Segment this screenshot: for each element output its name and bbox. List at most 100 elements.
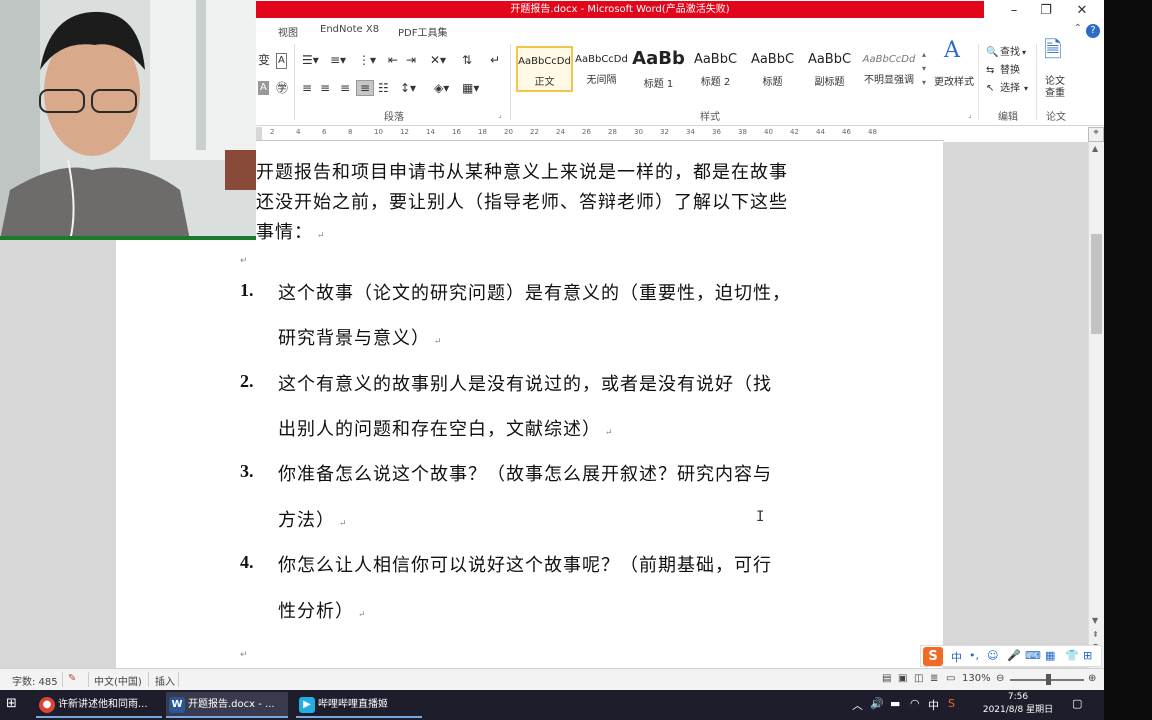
scroll-up-icon[interactable]: ▲: [1092, 144, 1098, 153]
style-subtle-emphasis[interactable]: AaBbCcDd 不明显强调: [858, 46, 920, 92]
style-subtitle[interactable]: AaBbC 副标题: [801, 46, 858, 92]
taskbar-item-word[interactable]: W 开题报告.docx - ...: [166, 692, 288, 718]
find-button[interactable]: 查找: [1000, 46, 1020, 60]
prev-page-icon[interactable]: ⇞: [1092, 630, 1099, 639]
tab-view[interactable]: 视图: [278, 24, 298, 39]
start-icon[interactable]: ⊞: [6, 696, 17, 711]
list-item-4-line-2: 性分析） ↵: [278, 601, 367, 622]
insert-mode[interactable]: 插入: [155, 673, 175, 688]
ribbon-collapse-icon[interactable]: ⌃: [1074, 23, 1082, 34]
tray-expand-icon[interactable]: ︿: [852, 697, 863, 713]
change-styles-icon[interactable]: A: [944, 40, 960, 62]
align-left-icon[interactable]: ≡: [302, 81, 312, 95]
shading-icon[interactable]: ◈▾: [434, 81, 449, 95]
replace-button[interactable]: 替换: [1000, 64, 1020, 78]
volume-icon[interactable]: 🔊: [870, 697, 884, 710]
emoji-icon[interactable]: ☺: [987, 649, 998, 662]
list-item-3-line-2: 方法） ↵: [278, 510, 348, 531]
char-shading-icon[interactable]: A: [258, 81, 269, 95]
line-spacing-icon[interactable]: ↕▾: [400, 81, 416, 95]
zoom-out-icon[interactable]: ⊖: [996, 673, 1004, 684]
chinese-layout-icon[interactable]: ✕▾: [430, 53, 446, 67]
ruler-tick-label: 40: [764, 128, 773, 136]
tray-lang[interactable]: 中: [928, 697, 939, 713]
styles-dialog-launcher-icon[interactable]: ⌟: [968, 108, 972, 122]
ime-toolbar[interactable]: S 中 •, ☺ 🎤 ⌨ ▦ 👕 ⊞: [920, 645, 1102, 667]
style-title[interactable]: AaBbC 标题: [744, 46, 801, 92]
editing-group-label: 编辑: [998, 112, 1018, 123]
bullets-icon[interactable]: ☰▾: [302, 53, 319, 67]
notifications-icon[interactable]: ▢: [1072, 697, 1082, 710]
style-heading-2[interactable]: AaBbC 标题 2: [687, 46, 744, 92]
ruler-tick-label: 30: [634, 128, 643, 136]
borders-icon[interactable]: ▦▾: [462, 81, 479, 95]
taskbar-item-bilibili[interactable]: ▶ 哔哩哔哩直播姬: [296, 692, 422, 718]
thesis-check-icon[interactable]: 🗎: [1044, 40, 1062, 62]
style-normal[interactable]: AaBbCcDd 正文: [516, 46, 573, 92]
select-dropdown-icon[interactable]: ▾: [1024, 82, 1028, 96]
draft-icon[interactable]: ▭: [946, 673, 955, 684]
select-icon[interactable]: ↖: [986, 82, 994, 96]
numbering-icon[interactable]: ≡▾: [330, 53, 346, 67]
show-marks-icon[interactable]: ↵: [490, 53, 500, 67]
web-layout-icon[interactable]: ◫: [914, 673, 923, 684]
ime-lang-toggle[interactable]: 中: [951, 649, 962, 665]
vertical-scrollbar[interactable]: ▲ ▼ ⇞ ● ⇟: [1088, 142, 1104, 668]
print-layout-icon[interactable]: ▤: [882, 673, 891, 684]
multilevel-list-icon[interactable]: ⋮▾: [358, 53, 376, 67]
tab-endnote[interactable]: EndNote X8: [320, 24, 379, 35]
paragraph-dialog-launcher-icon[interactable]: ⌟: [498, 108, 502, 122]
close-button[interactable]: ✕: [1064, 0, 1100, 22]
word-count[interactable]: 字数: 485: [12, 673, 58, 688]
decrease-indent-icon[interactable]: ⇤: [388, 53, 398, 67]
zoom-slider-handle[interactable]: [1046, 674, 1051, 685]
toolbox-icon[interactable]: ▦: [1045, 649, 1055, 662]
keyboard-icon[interactable]: ⌨: [1025, 649, 1041, 662]
taskbar-item-chrome[interactable]: ● 许新讲述他和同雨...: [36, 692, 162, 718]
align-right-icon[interactable]: ≡: [340, 81, 350, 95]
punctuation-icon[interactable]: •,: [969, 649, 979, 662]
style-no-spacing[interactable]: AaBbCcDd 无间隔: [573, 46, 630, 92]
tab-pdf-tools[interactable]: PDF工具集: [398, 24, 447, 39]
full-screen-icon[interactable]: ▣: [898, 673, 907, 684]
list-item-4-line-1: 你怎么让人相信你可以说好这个故事呢？（前期基础，可行: [278, 555, 772, 576]
skin-icon[interactable]: 👕: [1065, 649, 1079, 662]
restore-button[interactable]: ❐: [1028, 0, 1064, 22]
thesis-check-button[interactable]: 论文查重: [1045, 76, 1069, 100]
align-center-icon[interactable]: ≡: [320, 81, 330, 95]
help-button[interactable]: ?: [1086, 24, 1100, 38]
replace-icon[interactable]: ⇆: [986, 64, 994, 78]
sogou-logo-icon[interactable]: S: [923, 647, 943, 666]
increase-indent-icon[interactable]: ⇥: [406, 53, 416, 67]
tray-sogou-icon[interactable]: S: [948, 697, 955, 710]
scroll-down-icon[interactable]: ▼: [1092, 616, 1098, 625]
network-icon[interactable]: ◠: [910, 697, 920, 710]
language-indicator[interactable]: 中文(中国): [94, 673, 142, 688]
styles-group-label: 样式: [700, 112, 720, 123]
distributed-icon[interactable]: ☷: [378, 81, 389, 95]
find-dropdown-icon[interactable]: ▾: [1022, 46, 1026, 60]
sort-icon[interactable]: ⇅: [462, 53, 472, 67]
ruler-toggle-icon[interactable]: ⌖: [1088, 127, 1104, 142]
style-heading-1[interactable]: AaBb 标题 1: [630, 46, 687, 92]
zoom-level[interactable]: 130%: [962, 673, 991, 684]
select-button[interactable]: 选择: [1000, 82, 1020, 96]
zoom-in-icon[interactable]: ⊕: [1088, 673, 1096, 684]
ruler-tick-label: 46: [842, 128, 851, 136]
minimize-button[interactable]: –: [996, 0, 1032, 22]
scroll-thumb[interactable]: [1091, 234, 1102, 334]
proofing-icon[interactable]: ✎: [68, 673, 76, 684]
horizontal-ruler[interactable]: 2 4 6 8 10 12 14 16 18 20 22 24 26 28 30 32 34 36 38 40 42 44…: [256, 127, 944, 141]
outline-icon[interactable]: ≣: [930, 673, 938, 684]
find-icon[interactable]: 🔍: [986, 46, 998, 60]
justify-icon[interactable]: ≡: [356, 80, 374, 96]
taskbar-clock[interactable]: 7:56 2021/8/8 星期日: [978, 691, 1058, 717]
more-icon[interactable]: ⊞: [1083, 649, 1092, 662]
char-border-icon[interactable]: A: [276, 53, 287, 69]
enclose-char-icon[interactable]: ㊫: [276, 81, 288, 95]
change-styles-button[interactable]: 更改样式: [934, 76, 974, 90]
change-case-icon[interactable]: 变: [258, 53, 270, 67]
battery-icon[interactable]: ▬: [890, 697, 900, 710]
voice-icon[interactable]: 🎤: [1007, 649, 1021, 662]
styles-scroll-icon[interactable]: ▴ ▾ ▾: [922, 48, 926, 90]
